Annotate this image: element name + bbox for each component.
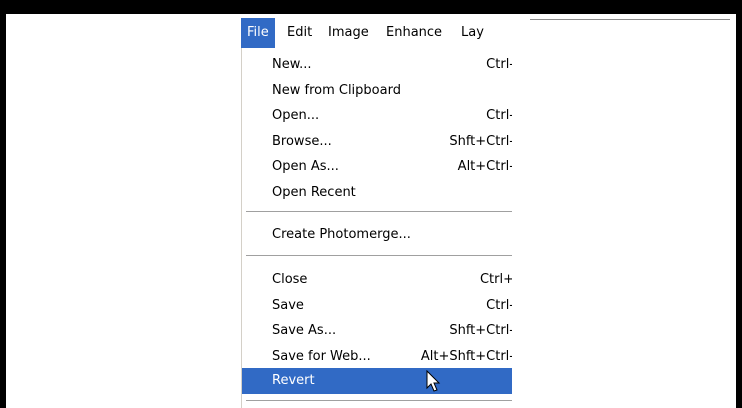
- app-screenshot: File Edit Image Enhance Lay New... Ctrl-…: [241, 18, 512, 408]
- menu-item-label: Revert: [272, 373, 315, 388]
- menu-item-label: New from Clipboard: [272, 83, 401, 98]
- menu-item-label: Open As...: [272, 159, 339, 174]
- menu-item-label: Open...: [272, 108, 320, 123]
- mouse-pointer-icon: [426, 370, 441, 392]
- menu-item-label: Save As...: [272, 323, 337, 338]
- menu-item-open[interactable]: Open... Ctrl-: [242, 103, 512, 129]
- menu-item-label: New...: [272, 57, 312, 72]
- menu-item-save-for-web[interactable]: Save for Web... Alt+Shft+Ctrl-: [242, 344, 512, 370]
- menu-file[interactable]: File: [241, 18, 275, 48]
- menu-item-shortcut: Shft+Ctrl-: [449, 134, 512, 149]
- menu-item-label: Save: [272, 298, 304, 313]
- menu-item-revert[interactable]: Revert: [242, 368, 512, 394]
- menu-item-label: Browse...: [272, 134, 332, 149]
- menu-enhance[interactable]: Enhance: [380, 18, 448, 48]
- menu-item-shortcut: Ctrl-: [486, 108, 512, 123]
- menu-item-label: Open Recent: [272, 185, 356, 200]
- menu-separator: [246, 255, 512, 256]
- menu-edit[interactable]: Edit: [281, 18, 318, 48]
- menu-item-shortcut: Ctrl-: [486, 298, 512, 313]
- menu-separator: [246, 211, 512, 212]
- menu-item-new[interactable]: New... Ctrl-: [242, 52, 512, 78]
- menu-item-save[interactable]: Save Ctrl-: [242, 293, 512, 319]
- menu-item-save-as[interactable]: Save As... Shft+Ctrl-: [242, 318, 512, 344]
- menu-item-shortcut: Ctrl-: [486, 57, 512, 72]
- menu-item-close[interactable]: Close Ctrl+: [242, 267, 512, 293]
- menu-item-shortcut: Shft+Ctrl-: [449, 323, 512, 338]
- menu-item-label: Close: [272, 272, 308, 287]
- menu-item-create-photomerge[interactable]: Create Photomerge...: [242, 222, 512, 248]
- frame-top-line-right: [530, 19, 730, 20]
- menu-separator: [246, 400, 512, 401]
- menu-item-shortcut: Alt+Ctrl-: [457, 159, 512, 174]
- menu-item-shortcut: Alt+Shft+Ctrl-: [420, 349, 512, 364]
- file-menu-dropdown: New... Ctrl- New from Clipboard Open... …: [241, 48, 512, 408]
- menu-item-open-recent[interactable]: Open Recent: [242, 180, 512, 206]
- menu-item-open-as[interactable]: Open As... Alt+Ctrl-: [242, 154, 512, 180]
- menu-item-shortcut: Ctrl+: [479, 272, 512, 287]
- menu-item-browse[interactable]: Browse... Shft+Ctrl-: [242, 129, 512, 155]
- menu-layer[interactable]: Lay: [455, 18, 490, 48]
- menu-bar: File Edit Image Enhance Lay: [241, 18, 512, 48]
- menu-item-new-from-clipboard[interactable]: New from Clipboard: [242, 78, 512, 104]
- menu-item-label: Save for Web...: [272, 349, 371, 364]
- menu-item-label: Create Photomerge...: [272, 227, 411, 242]
- menu-image[interactable]: Image: [322, 18, 375, 48]
